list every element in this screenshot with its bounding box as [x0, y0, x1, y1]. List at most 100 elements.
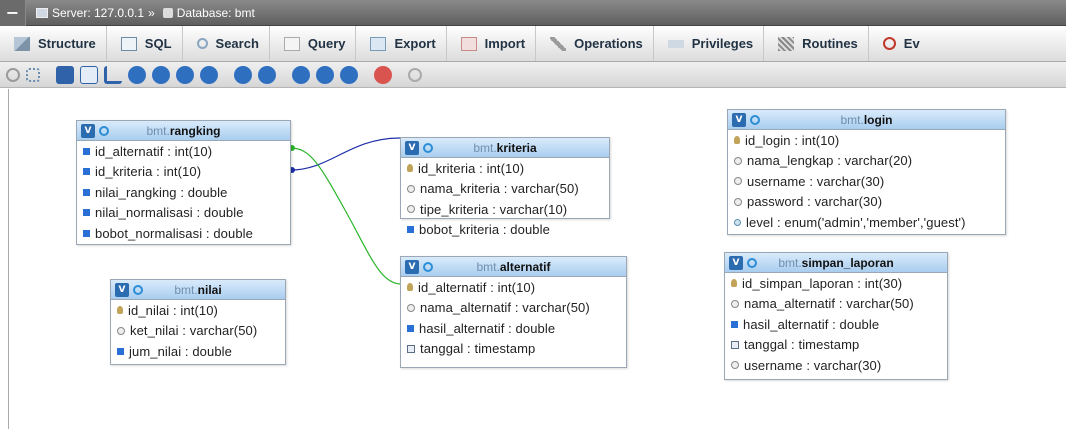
text-column-icon [407, 184, 415, 193]
enum-column-icon [734, 218, 741, 226]
db-prefix: bmt. [473, 140, 497, 155]
table-header[interactable]: V bmt.nilai [111, 280, 285, 300]
table-title: bmt.login [728, 113, 1005, 127]
table-header[interactable]: V bmt.kriteria [401, 138, 609, 158]
numeric-column-icon [83, 147, 90, 155]
table-title: bmt.nilai [111, 283, 285, 297]
column-text: id_login : int(10) [745, 132, 840, 148]
table-title: bmt.kriteria [401, 141, 609, 155]
column-text: nama_lengkap : varchar(20) [747, 153, 913, 169]
column-text: id_kriteria : int(10) [418, 160, 525, 176]
column-text: ket_nilai : varchar(50) [130, 323, 258, 339]
column-row[interactable]: id_simpan_laporan : int(30) [725, 273, 947, 294]
column-text: nilai_rangking : double [95, 184, 228, 200]
column-row[interactable]: username : varchar(30) [725, 355, 947, 376]
column-text: bobot_normalisasi : double [95, 225, 253, 241]
column-text: nama_alternatif : varchar(50) [420, 300, 590, 316]
table-name: nilai [197, 282, 222, 297]
column-row[interactable]: bobot_kriteria : double [401, 220, 609, 241]
db-prefix: bmt. [476, 259, 500, 274]
column-row[interactable]: username : varchar(30) [728, 171, 1005, 192]
column-text: bobot_kriteria : double [419, 222, 550, 238]
table-alternatif[interactable]: V bmt.alternatif id_alternatif : int(10)… [400, 256, 627, 368]
column-row[interactable]: password : varchar(30) [728, 192, 1005, 213]
table-simpan-laporan[interactable]: V bmt.simpan_laporan id_simpan_laporan :… [724, 252, 948, 380]
column-text: hasil_alternatif : double [743, 316, 880, 332]
column-text: username : varchar(30) [747, 173, 885, 189]
table-header[interactable]: V bmt.alternatif [401, 257, 626, 277]
column-row[interactable]: bobot_normalisasi : double [77, 223, 290, 244]
primary-key-icon [407, 164, 413, 173]
column-row[interactable]: nilai_normalisasi : double [77, 203, 290, 224]
table-kriteria[interactable]: V bmt.kriteria id_kriteria : int(10) nam… [400, 137, 610, 237]
text-column-icon [734, 177, 742, 186]
numeric-column-icon [117, 347, 124, 355]
column-text: tanggal : timestamp [744, 337, 860, 353]
text-column-icon [731, 361, 739, 370]
table-login[interactable]: V bmt.login id_login : int(10) nama_leng… [727, 109, 1006, 235]
numeric-column-icon [407, 226, 414, 234]
column-text: password : varchar(30) [747, 194, 883, 210]
primary-key-icon [734, 136, 740, 145]
column-row[interactable]: id_kriteria : int(10) [77, 162, 290, 183]
primary-key-icon [117, 306, 123, 315]
column-row[interactable]: level : enum('admin','member','guest') [728, 212, 1005, 233]
column-text: level : enum('admin','member','guest') [746, 214, 966, 230]
column-row[interactable]: nama_kriteria : varchar(50) [401, 179, 609, 200]
column-row[interactable]: ket_nilai : varchar(50) [111, 321, 285, 342]
column-row[interactable]: tanggal : timestamp [725, 335, 947, 356]
table-title: bmt.rangking [77, 124, 290, 138]
column-text: tanggal : timestamp [420, 341, 536, 357]
column-row[interactable]: nama_alternatif : varchar(50) [725, 294, 947, 315]
numeric-column-icon [83, 168, 90, 176]
column-row[interactable]: id_nilai : int(10) [111, 300, 285, 321]
column-text: username : varchar(30) [744, 357, 882, 373]
column-row[interactable]: tanggal : timestamp [401, 339, 626, 360]
column-row[interactable]: nama_alternatif : varchar(50) [401, 298, 626, 319]
numeric-column-icon [83, 229, 90, 237]
text-column-icon [734, 197, 742, 206]
column-row[interactable]: hasil_alternatif : double [401, 318, 626, 339]
text-column-icon [117, 326, 125, 335]
table-rangking[interactable]: V bmt.rangking id_alternatif : int(10) i… [76, 120, 291, 245]
db-prefix: bmt. [174, 282, 198, 297]
text-column-icon [407, 303, 415, 312]
column-text: jum_nilai : double [129, 343, 232, 359]
text-column-icon [731, 299, 739, 308]
table-name: kriteria [496, 140, 537, 155]
column-row[interactable]: hasil_alternatif : double [725, 314, 947, 335]
column-row[interactable]: tipe_kriteria : varchar(10) [401, 199, 609, 220]
column-row[interactable]: jum_nilai : double [111, 341, 285, 362]
column-text: nama_alternatif : varchar(50) [744, 296, 914, 312]
table-header[interactable]: V bmt.simpan_laporan [725, 253, 947, 273]
column-text: id_nilai : int(10) [128, 302, 218, 318]
table-header[interactable]: V bmt.login [728, 110, 1005, 130]
column-row[interactable]: id_alternatif : int(10) [401, 277, 626, 298]
column-row[interactable]: nilai_rangking : double [77, 182, 290, 203]
table-title: bmt.simpan_laporan [725, 256, 947, 270]
db-prefix: bmt. [840, 112, 864, 127]
column-text: nilai_normalisasi : double [95, 205, 244, 221]
column-text: id_alternatif : int(10) [95, 143, 213, 159]
column-row[interactable]: id_alternatif : int(10) [77, 141, 290, 162]
table-header[interactable]: V bmt.rangking [77, 121, 290, 141]
numeric-column-icon [731, 320, 738, 328]
text-column-icon [734, 156, 742, 165]
column-row[interactable]: id_login : int(10) [728, 130, 1005, 151]
primary-key-icon [731, 279, 737, 288]
column-text: id_simpan_laporan : int(30) [742, 275, 903, 291]
text-column-icon [407, 205, 415, 214]
column-text: id_alternatif : int(10) [418, 279, 536, 295]
numeric-column-icon [83, 188, 90, 196]
table-nilai[interactable]: V bmt.nilai id_nilai : int(10) ket_nilai… [110, 279, 286, 365]
column-text: nama_kriteria : varchar(50) [420, 181, 579, 197]
table-name: alternatif [499, 259, 551, 274]
db-prefix: bmt. [146, 123, 170, 138]
column-row[interactable]: nama_lengkap : varchar(20) [728, 151, 1005, 172]
numeric-column-icon [83, 209, 90, 217]
column-row[interactable]: id_kriteria : int(10) [401, 158, 609, 179]
column-text: hasil_alternatif : double [419, 320, 556, 336]
table-title: bmt.alternatif [401, 260, 626, 274]
table-name: rangking [169, 123, 221, 138]
db-prefix: bmt. [778, 255, 802, 270]
